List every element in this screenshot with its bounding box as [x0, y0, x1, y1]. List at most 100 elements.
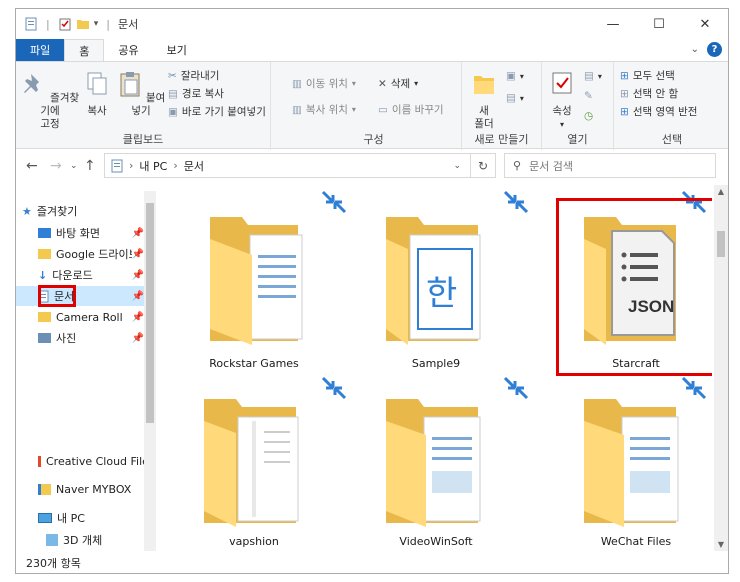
- paste-shortcut-button[interactable]: ▣ 바로 가기 붙여넣기: [168, 104, 266, 119]
- highlight-box: [38, 285, 76, 307]
- nav-3d-objects[interactable]: 3D 개체: [46, 530, 144, 550]
- maximize-button[interactable]: ☐: [636, 9, 682, 39]
- select-all-icon: ⊞: [620, 69, 629, 82]
- nav-quick-access[interactable]: ★ 즐겨찾기: [22, 201, 150, 221]
- recent-dropdown-icon[interactable]: ⌄: [70, 161, 78, 171]
- history-button[interactable]: ◷: [584, 110, 593, 122]
- nav-item-documents[interactable]: 문서 📌: [16, 286, 144, 306]
- file-name: VideoWinSoft: [399, 535, 473, 548]
- nav-item-camera-roll[interactable]: Camera Roll 📌: [38, 307, 144, 327]
- address-dropdown-icon[interactable]: ⌄: [453, 161, 461, 171]
- copy-path-icon: ▤: [168, 87, 178, 100]
- scroll-up-icon[interactable]: ▲: [714, 187, 728, 196]
- copy-path-button[interactable]: ▤ 경로 복사: [168, 86, 224, 101]
- file-name: vapshion: [229, 535, 279, 548]
- navigation-pane: ★ 즐겨찾기 바탕 화면 📌 Google 드라이브 📌 ↓ 다운로드 📌 문서…: [16, 191, 156, 551]
- nav-scrollbar[interactable]: [144, 191, 156, 551]
- easy-access-button[interactable]: ▤ ▾: [506, 92, 524, 104]
- invert-selection-button[interactable]: ⊞ 선택 영역 반전: [620, 104, 697, 119]
- dropdown-icon: ▾: [414, 79, 419, 88]
- folder-item[interactable]: vapshion: [174, 371, 347, 551]
- close-button[interactable]: ✕: [682, 9, 728, 39]
- properties-icon: [552, 72, 572, 94]
- nav-this-pc[interactable]: 내 PC: [38, 508, 144, 528]
- select-none-icon: ⊞: [620, 87, 629, 100]
- delete-button[interactable]: ✕ 삭제 ▾: [378, 76, 418, 91]
- paste-shortcut-label: 바로 가기 붙여넣기: [181, 106, 266, 118]
- nav-item-label: 내 PC: [57, 512, 85, 525]
- easy-access-icon: ▤: [506, 92, 516, 104]
- up-icon[interactable]: ↑: [84, 158, 96, 174]
- customize-qa-icon[interactable]: ▾: [94, 19, 99, 29]
- download-icon: ↓: [38, 268, 48, 282]
- search-box[interactable]: ⚲ 문서 검색: [504, 153, 716, 178]
- new-folder-icon[interactable]: [76, 17, 90, 31]
- forward-icon[interactable]: →: [50, 158, 62, 174]
- refresh-button[interactable]: ↻: [470, 154, 495, 177]
- edit-button[interactable]: ✎: [584, 90, 593, 102]
- new-item-button[interactable]: ▣ ▾: [506, 70, 524, 82]
- back-icon[interactable]: ←: [26, 158, 38, 174]
- paste-button[interactable]: 붙여넣기: [116, 70, 166, 118]
- nav-item-google-drive[interactable]: Google 드라이브 📌: [38, 244, 144, 264]
- rename-icon: ▭: [378, 103, 388, 116]
- new-group-label: 새로 만들기: [474, 133, 529, 146]
- pin-icon: 📌: [131, 332, 144, 344]
- organize-group: ▥ 이동 위치 ▾ ▥ 복사 위치 ▾ ✕ 삭제 ▾ ▭ 이름 바꾸기 구성: [286, 62, 462, 150]
- select-all-label: 모두 선택: [632, 70, 675, 82]
- document-folder-icon: [25, 17, 37, 31]
- content-scrollbar[interactable]: ▲ ▼: [714, 185, 728, 551]
- minimize-button[interactable]: —: [590, 9, 636, 39]
- new-folder-label: 새 폴더: [474, 105, 494, 130]
- tab-share[interactable]: 공유: [104, 39, 152, 61]
- sync-arrows-icon: [321, 376, 347, 400]
- cut-label: 잘라내기: [180, 70, 220, 82]
- content-scroll-thumb[interactable]: [717, 231, 725, 257]
- select-group-label: 선택: [661, 133, 683, 146]
- copy-button[interactable]: 복사: [82, 70, 112, 118]
- address-bar[interactable]: › 내 PC › 문서 ⌄ ↻: [104, 153, 496, 178]
- open-icon: ▤: [584, 70, 594, 82]
- pin-icon: 📌: [131, 269, 144, 281]
- dropdown-icon: ▾: [519, 93, 524, 103]
- mybox-icon: [38, 483, 51, 495]
- nav-item-label: 다운로드: [52, 269, 93, 282]
- help-icon[interactable]: ?: [707, 42, 722, 57]
- separator: |: [106, 17, 110, 31]
- breadcrumb-documents[interactable]: 문서: [184, 158, 204, 174]
- open-button[interactable]: ▤ ▾: [584, 70, 602, 82]
- title-bar: | ▾ | 문서 — ☐ ✕: [16, 9, 728, 39]
- move-to-button[interactable]: ▥ 이동 위치 ▾: [292, 76, 356, 91]
- pin-quick-access-button[interactable]: 즐겨찾기에 고정: [20, 70, 80, 131]
- select-none-button[interactable]: ⊞ 선택 안 함: [620, 86, 678, 101]
- cut-button[interactable]: ✂ 잘라내기: [168, 68, 219, 83]
- nav-naver-mybox[interactable]: Naver MYBOX: [38, 479, 144, 499]
- breadcrumb-this-pc[interactable]: 내 PC: [139, 158, 167, 174]
- search-placeholder: 문서 검색: [529, 159, 574, 173]
- tab-view[interactable]: 보기: [153, 39, 201, 61]
- folder-item[interactable]: 한 Sample9: [356, 185, 529, 370]
- folder-item[interactable]: WeChat Files: [556, 371, 712, 551]
- properties-button[interactable]: 속성 ▾: [544, 70, 580, 131]
- desktop-icon: [38, 228, 51, 238]
- nav-item-downloads[interactable]: ↓ 다운로드 📌: [38, 265, 144, 285]
- folder-item[interactable]: VideoWinSoft: [356, 371, 529, 551]
- tab-file[interactable]: 파일: [16, 39, 65, 61]
- nav-scroll-thumb[interactable]: [146, 203, 154, 423]
- computer-icon: [38, 513, 52, 523]
- rename-button[interactable]: ▭ 이름 바꾸기: [378, 102, 444, 117]
- new-folder-button[interactable]: 새 폴더: [466, 70, 502, 131]
- nav-item-pictures[interactable]: 사진 📌: [38, 328, 144, 348]
- nav-item-desktop[interactable]: 바탕 화면 📌: [38, 223, 144, 243]
- properties-icon[interactable]: [58, 17, 72, 31]
- nav-creative-cloud[interactable]: Creative Cloud Files: [38, 451, 144, 471]
- expand-ribbon-icon[interactable]: ⌄: [691, 44, 699, 55]
- quick-access-toolbar: | ▾ | 문서: [16, 16, 138, 32]
- select-all-button[interactable]: ⊞ 모두 선택: [620, 68, 675, 83]
- folder-icon: [204, 399, 299, 527]
- copy-label: 복사: [87, 105, 107, 117]
- folder-item[interactable]: Rockstar Games: [174, 185, 347, 370]
- copy-to-button[interactable]: ▥ 복사 위치 ▾: [292, 102, 356, 117]
- tab-home[interactable]: 홈: [64, 39, 105, 61]
- scroll-down-icon[interactable]: ▼: [714, 540, 728, 549]
